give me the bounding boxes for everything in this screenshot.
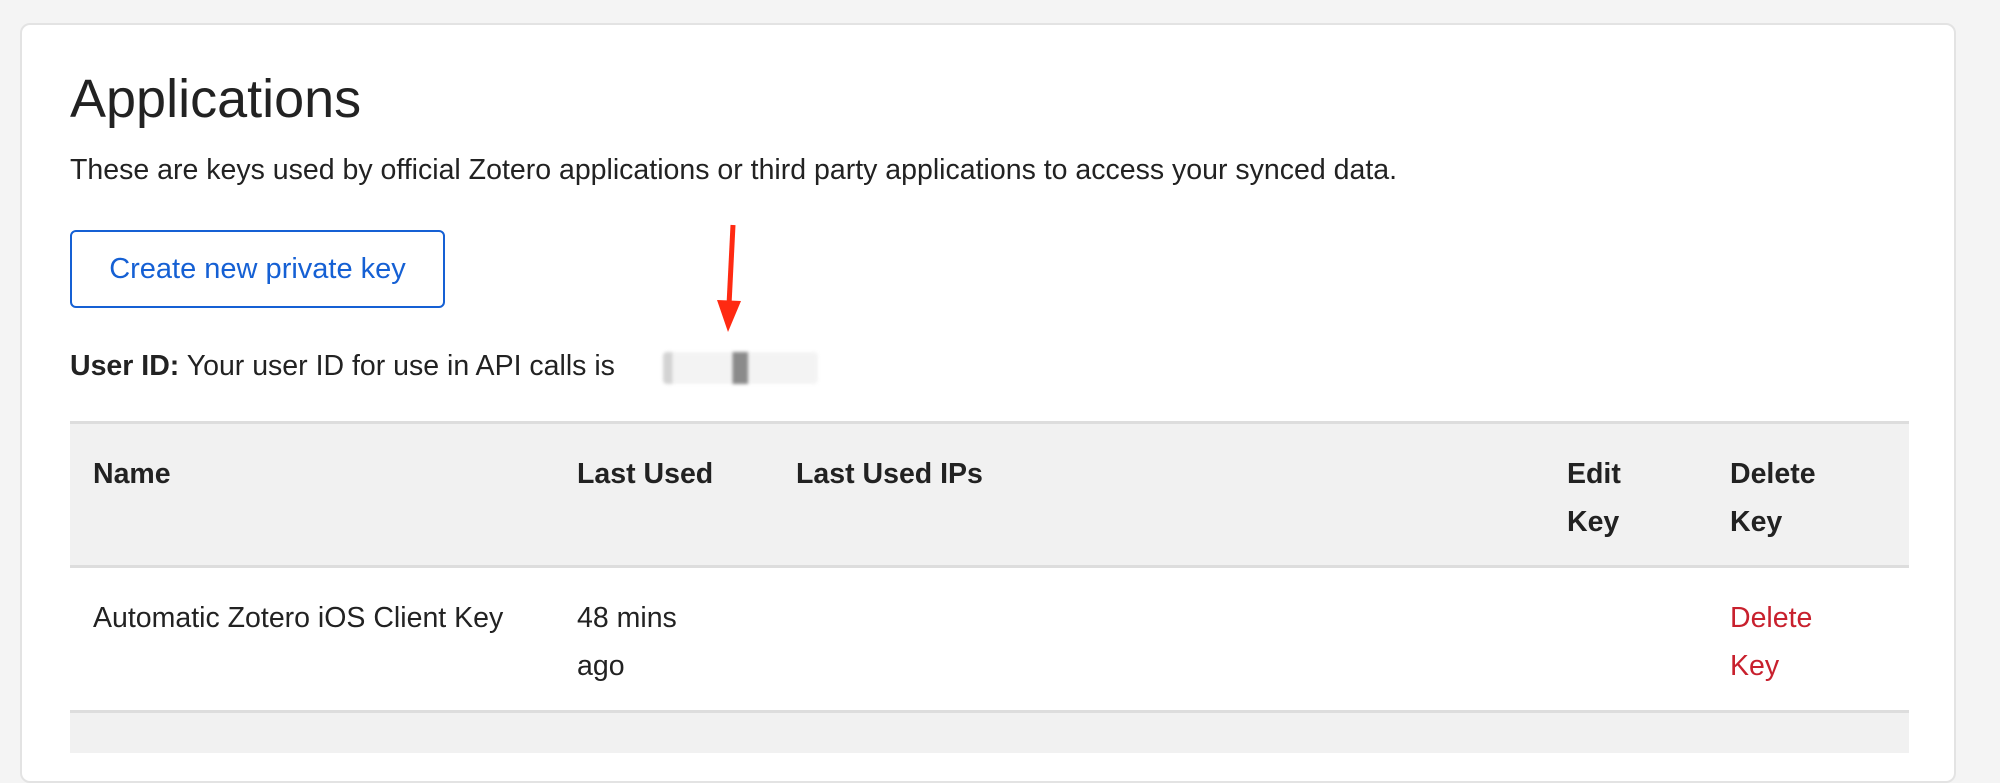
- key-name: Automatic Zotero iOS Client Key: [93, 602, 504, 634]
- header-delete-key: Delete Key: [1730, 458, 1816, 538]
- header-last-used-ips: Last Used IPs: [796, 458, 983, 490]
- keys-table: Name Last Used Last Used IPs Edit Key De…: [70, 421, 1909, 753]
- key-last-used: 48 mins ago: [577, 602, 677, 682]
- table-row: Automatic Zotero iOS Client Key 48 mins …: [70, 568, 1909, 713]
- table-row-next: [70, 713, 1909, 753]
- header-name: Name: [93, 458, 171, 490]
- table-header: Name Last Used Last Used IPs Edit Key De…: [70, 421, 1909, 568]
- header-edit-key: Edit Key: [1567, 458, 1621, 538]
- header-last-used: Last Used: [577, 458, 714, 490]
- delete-key-link[interactable]: Delete Key: [1730, 594, 1840, 690]
